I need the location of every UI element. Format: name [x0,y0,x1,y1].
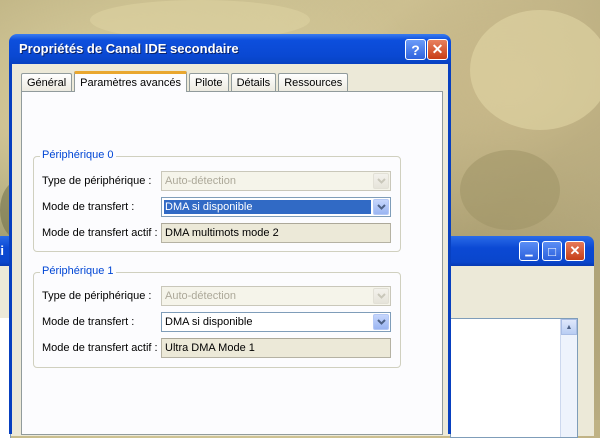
device-type-label: Type de périphérique : [42,290,152,302]
active-transfer-mode-value: DMA multimots mode 2 [165,227,279,239]
device-0-active-row: Mode de transfert actif : [42,223,160,243]
device-type-value: Auto-détection [165,175,236,187]
tab-resources[interactable]: Ressources [278,73,349,91]
tab-label: Ressources [284,76,343,89]
title-bar[interactable]: Propriétés de Canal IDE secondaire ? ✕ [12,34,448,64]
device-0-transfer-select[interactable]: DMA si disponible [161,197,391,217]
properties-dialog: Propriétés de Canal IDE secondaire ? ✕ G… [9,34,451,435]
help-icon: ? [411,41,420,58]
minimize-button[interactable]: ▁ [519,241,539,261]
close-button[interactable]: ✕ [427,39,448,60]
device-0-type-select: Auto-détection [161,171,391,191]
tab-details[interactable]: Détails [230,73,277,91]
help-button[interactable]: ? [405,39,426,60]
tab-label: Général [27,76,67,89]
tab-strip: Général Paramètres avancés Pilote Détail… [21,71,350,92]
active-transfer-mode-value: Ultra DMA Mode 1 [165,342,255,354]
active-transfer-mode-label: Mode de transfert actif : [42,227,158,239]
device-0-active-mode-field: DMA multimots mode 2 [161,223,391,243]
device-1-active-row: Mode de transfert actif : [42,338,160,358]
scroll-up-arrow-icon[interactable]: ▲ [561,319,577,335]
dialog-client-area: Général Paramètres avancés Pilote Détail… [12,64,448,435]
background-window-title: ti [0,243,4,258]
maximize-button[interactable]: □ [542,241,562,261]
tab-label: Paramètres avancés [80,77,182,89]
close-icon: ✕ [431,41,444,57]
device-1-type-select: Auto-détection [161,286,391,306]
close-icon: ✕ [569,243,581,258]
tab-general[interactable]: Général [21,73,73,91]
device-0-legend: Périphérique 0 [40,149,116,161]
device-1-group: Périphérique 1 Type de périphérique : Au… [33,265,401,368]
tab-label: Pilote [195,76,223,89]
chevron-down-icon[interactable] [373,314,389,330]
background-close-button[interactable]: ✕ [565,241,585,261]
tab-panel: Périphérique 0 Type de périphérique : Au… [21,91,443,435]
tab-label: Détails [236,76,271,89]
device-0-group: Périphérique 0 Type de périphérique : Au… [33,149,401,252]
device-1-legend: Périphérique 1 [40,265,116,277]
transfer-mode-label: Mode de transfert : [42,201,135,213]
transfer-mode-label: Mode de transfert : [42,316,135,328]
device-0-transfer-row: Mode de transfert : [42,197,160,217]
background-text-area[interactable]: ▲ [450,318,578,438]
tab-driver[interactable]: Pilote [189,73,229,91]
active-transfer-mode-label: Mode de transfert actif : [42,342,158,354]
device-0-type-row: Type de périphérique : [42,171,160,191]
maximize-icon: □ [548,243,556,259]
transfer-mode-value: DMA si disponible [165,316,253,328]
chevron-down-icon [373,173,389,189]
chevron-down-icon [373,288,389,304]
tab-advanced-settings[interactable]: Paramètres avancés [74,71,188,92]
device-1-transfer-select[interactable]: DMA si disponible [161,312,391,332]
device-type-value: Auto-détection [165,290,236,302]
minimize-icon: ▁ [525,245,533,256]
chevron-down-icon[interactable] [373,199,389,215]
vertical-scrollbar[interactable]: ▲ [560,319,577,437]
dialog-title: Propriétés de Canal IDE secondaire [19,41,239,56]
device-1-type-row: Type de périphérique : [42,286,160,306]
device-type-label: Type de périphérique : [42,175,152,187]
device-1-transfer-row: Mode de transfert : [42,312,160,332]
transfer-mode-value: DMA si disponible [164,200,371,214]
device-1-active-mode-field: Ultra DMA Mode 1 [161,338,391,358]
